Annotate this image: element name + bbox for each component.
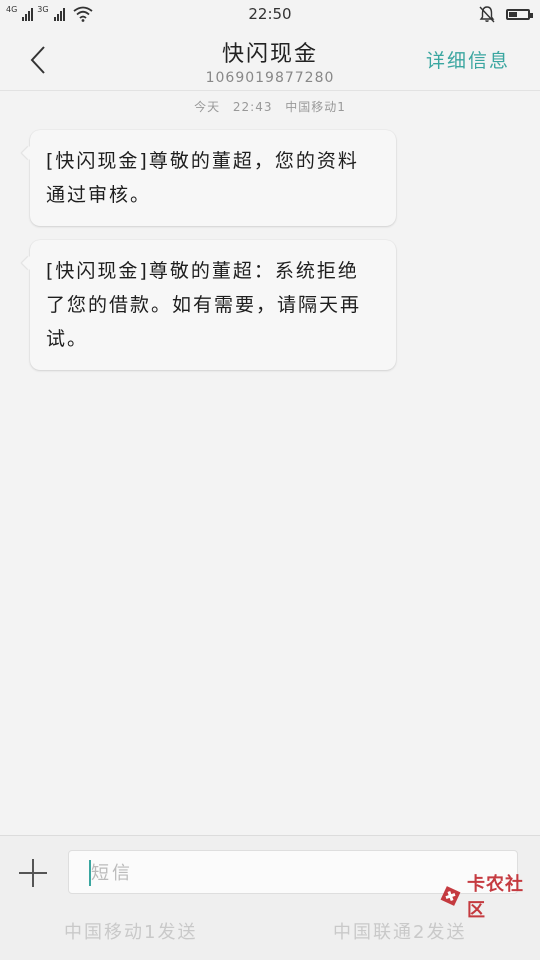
watermark-text: 卡农社区 — [466, 874, 524, 921]
add-attachment-button[interactable] — [18, 858, 48, 888]
battery-icon — [506, 8, 533, 20]
message-list: 今天 22:43 中国移动1 [快闪现金]尊敬的董超，您的资料通过审核。 [快闪… — [0, 90, 540, 370]
watermark: 卡农社区 — [438, 870, 540, 922]
sms-conversation-screen: 4G 3G 22:50 快闪现金 1069019877280 详细信息 今天 2… — [0, 0, 540, 960]
message-bubble[interactable]: [快闪现金]尊敬的董超，您的资料通过审核。 — [30, 130, 396, 226]
message-input-placeholder: 短信 — [91, 863, 133, 884]
text-caret — [89, 860, 91, 886]
status-bar: 4G 3G 22:50 — [0, 0, 540, 28]
battery-level — [509, 11, 518, 17]
watermark-logo-icon — [440, 886, 461, 906]
status-time: 22:50 — [248, 5, 292, 23]
conversation-header: 快闪现金 1069019877280 详细信息 — [0, 28, 540, 91]
send-buttons: 中国移动1发送 中国联通2发送 — [0, 918, 540, 948]
message-timestamp: 今天 22:43 中国移动1 — [194, 100, 346, 114]
details-button[interactable]: 详细信息 — [426, 46, 510, 73]
message-bubble[interactable]: [快闪现金]尊敬的董超：系统拒绝了您的借款。如有需要，请隔天再试。 — [30, 240, 396, 370]
send-sim1-button[interactable]: 中国移动1发送 — [64, 918, 197, 944]
